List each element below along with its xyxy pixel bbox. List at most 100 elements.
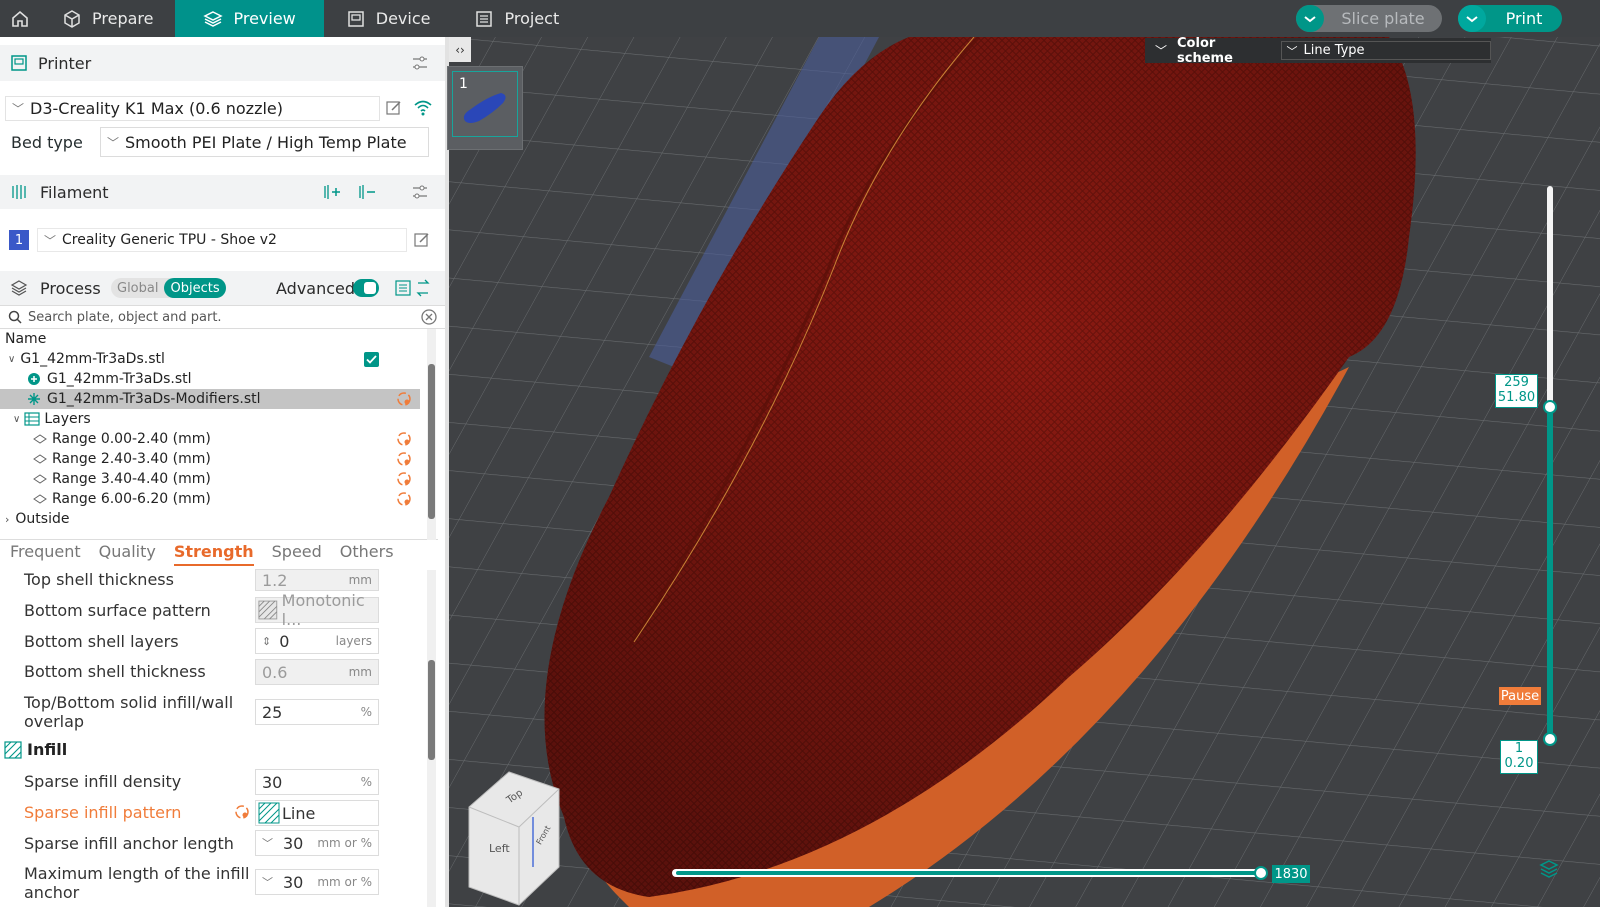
objects-option[interactable]: Objects <box>164 278 226 298</box>
bottom-shell-layers-label: Bottom shell layers <box>24 632 179 651</box>
field-value: 0 <box>279 631 290 651</box>
settings-sliders-icon[interactable] <box>411 183 429 201</box>
wifi-icon[interactable] <box>413 99 433 117</box>
settings-edit-icon[interactable] <box>396 451 412 467</box>
swap-icon[interactable] <box>414 279 432 297</box>
move-slider-handle[interactable] <box>1254 866 1268 880</box>
layer-slider[interactable] <box>1543 186 1557 746</box>
tab-frequent[interactable]: Frequent <box>10 542 81 566</box>
list-view-icon[interactable] <box>394 279 412 297</box>
tree-row-range[interactable]: Range 3.40-4.40 (mm) <box>33 469 423 489</box>
tab-project[interactable]: Project <box>452 0 581 37</box>
remove-filament-icon[interactable] <box>357 183 377 201</box>
settings-edit-icon[interactable] <box>396 431 412 447</box>
global-objects-toggle[interactable]: Global Objects <box>111 278 226 298</box>
tab-preview[interactable]: Preview <box>175 0 324 37</box>
chevron-down-icon[interactable]: ∨ <box>8 354 15 365</box>
print-button[interactable]: Print <box>1458 5 1562 32</box>
tab-speed[interactable]: Speed <box>272 542 322 566</box>
max-anchor-field[interactable]: ﹀ 30 mm or % <box>255 869 379 895</box>
settings-edit-icon[interactable] <box>396 471 412 487</box>
advanced-toggle[interactable] <box>353 279 379 297</box>
slice-plate-button[interactable]: Slice plate <box>1296 5 1442 32</box>
tab-others[interactable]: Others <box>340 542 394 566</box>
color-scheme-select[interactable]: ﹀ Line Type <box>1281 41 1491 60</box>
anchor-length-field[interactable]: ﹀ 30 mm or % <box>255 830 379 856</box>
bottom-surface-pattern-select[interactable]: Monotonic l... <box>255 591 379 629</box>
clear-icon[interactable] <box>421 309 437 325</box>
move-value-label: 1830 <box>1272 865 1310 883</box>
add-filament-icon[interactable] <box>322 183 342 201</box>
tree-scrollbar[interactable] <box>427 329 436 540</box>
tree-row-part[interactable]: G1_42mm-Tr3aDs.stl <box>27 369 192 389</box>
tree-row-range[interactable]: Range 6.00-6.20 (mm) <box>33 489 423 509</box>
3d-viewport[interactable]: Left Top Front <box>449 37 1600 907</box>
color-scheme-label: Color scheme <box>1177 35 1233 66</box>
move-slider[interactable] <box>672 866 1268 880</box>
tree-row-range[interactable]: Range 2.40-3.40 (mm) <box>33 449 423 469</box>
params-scrollbar[interactable] <box>427 570 436 907</box>
settings-edit-icon[interactable] <box>396 491 412 507</box>
layers-label: Layers <box>44 411 91 427</box>
color-scheme-value: Line Type <box>1303 43 1365 58</box>
layers-icon <box>203 10 224 27</box>
bottom-shell-layers-field[interactable]: ⇕ 0 layers <box>255 628 379 654</box>
field-value: 30 <box>262 772 283 792</box>
layers-view-icon[interactable] <box>1538 858 1560 880</box>
edit-icon[interactable] <box>413 231 431 249</box>
chevron-down-icon[interactable]: ﹀ <box>1155 42 1167 59</box>
field-unit: mm or % <box>317 836 372 850</box>
tree-row-object[interactable]: ∨ G1_42mm-Tr3aDs.stl <box>8 349 428 369</box>
chevron-down-icon[interactable] <box>1296 5 1324 32</box>
pattern-icon <box>258 802 280 824</box>
tab-prepare-label: Prepare <box>92 9 154 28</box>
tree-row-layers[interactable]: ∨ Layers <box>13 409 91 429</box>
field-value: 30 <box>283 872 304 892</box>
tree-row-outside[interactable]: › Outside <box>5 509 69 529</box>
chevron-down-icon: ﹀ <box>44 233 57 248</box>
bottom-shell-thickness-field[interactable]: 0.6 mm <box>255 659 379 685</box>
chevron-right-icon[interactable]: › <box>5 513 9 526</box>
layer-slider-top-handle[interactable] <box>1543 400 1557 414</box>
tree-row-range[interactable]: Range 0.00-2.40 (mm) <box>33 429 423 449</box>
field-value: 1.2 <box>262 570 288 590</box>
top-shell-thickness-field[interactable]: 1.2 mm <box>255 569 379 591</box>
tab-prepare[interactable]: Prepare <box>40 0 175 37</box>
build-plate-scene: Left Top Front <box>449 37 1600 907</box>
sparse-pattern-select[interactable]: Line <box>255 800 379 826</box>
printer-select[interactable]: ﹀ D3-Creality K1 Max (0.6 nozzle) <box>5 96 380 121</box>
view-cube-left-face[interactable]: Left <box>489 842 510 855</box>
edit-icon[interactable] <box>385 99 403 117</box>
filament-slot-badge[interactable]: 1 <box>9 230 29 250</box>
chevron-down-icon[interactable]: ﹀ <box>262 874 273 890</box>
tree-row-modifier[interactable]: G1_42mm-Tr3aDs-Modifiers.stl <box>0 389 420 409</box>
global-option[interactable]: Global <box>111 281 164 296</box>
tab-device[interactable]: Device <box>324 0 453 37</box>
max-anchor-label-line: Maximum length of the infill <box>24 864 250 883</box>
object-tree: Name ∨ G1_42mm-Tr3aDs.stl G1_42mm-Tr3aDs… <box>0 329 438 540</box>
settings-edit-icon[interactable] <box>396 391 412 407</box>
visible-checkbox[interactable] <box>364 351 379 367</box>
chevron-down-icon[interactable] <box>1458 5 1486 32</box>
bed-type-select[interactable]: ﹀ Smooth PEI Plate / High Temp Plate <box>100 127 429 157</box>
settings-sliders-icon[interactable] <box>411 54 429 72</box>
home-icon <box>12 10 28 27</box>
layer-slider-bottom-handle[interactable] <box>1543 732 1557 746</box>
search-input[interactable]: Search plate, object and part. <box>28 310 222 325</box>
bottom-shell-thickness-label: Bottom shell thickness <box>24 662 206 681</box>
field-unit: % <box>360 775 372 789</box>
bottom-layer-height: 0.20 <box>1504 756 1534 771</box>
reset-icon[interactable] <box>234 804 250 820</box>
filament-select[interactable]: ﹀ Creality Generic TPU - Shoe v2 <box>37 228 407 252</box>
plate-thumbnail[interactable]: 1 <box>447 66 523 150</box>
chevron-down-icon[interactable]: ∨ <box>13 414 20 425</box>
tab-quality[interactable]: Quality <box>99 542 156 566</box>
overlap-field[interactable]: 25 % <box>255 699 379 725</box>
pause-marker[interactable]: Pause <box>1499 687 1541 705</box>
stepper-icon[interactable]: ⇕ <box>262 635 271 648</box>
chevron-down-icon[interactable]: ﹀ <box>262 835 273 851</box>
sparse-density-field[interactable]: 30 % <box>255 769 379 795</box>
home-button[interactable] <box>0 0 40 37</box>
collapse-sidebar-button[interactable]: ‹› <box>449 37 471 62</box>
tab-strength[interactable]: Strength <box>173 542 254 566</box>
